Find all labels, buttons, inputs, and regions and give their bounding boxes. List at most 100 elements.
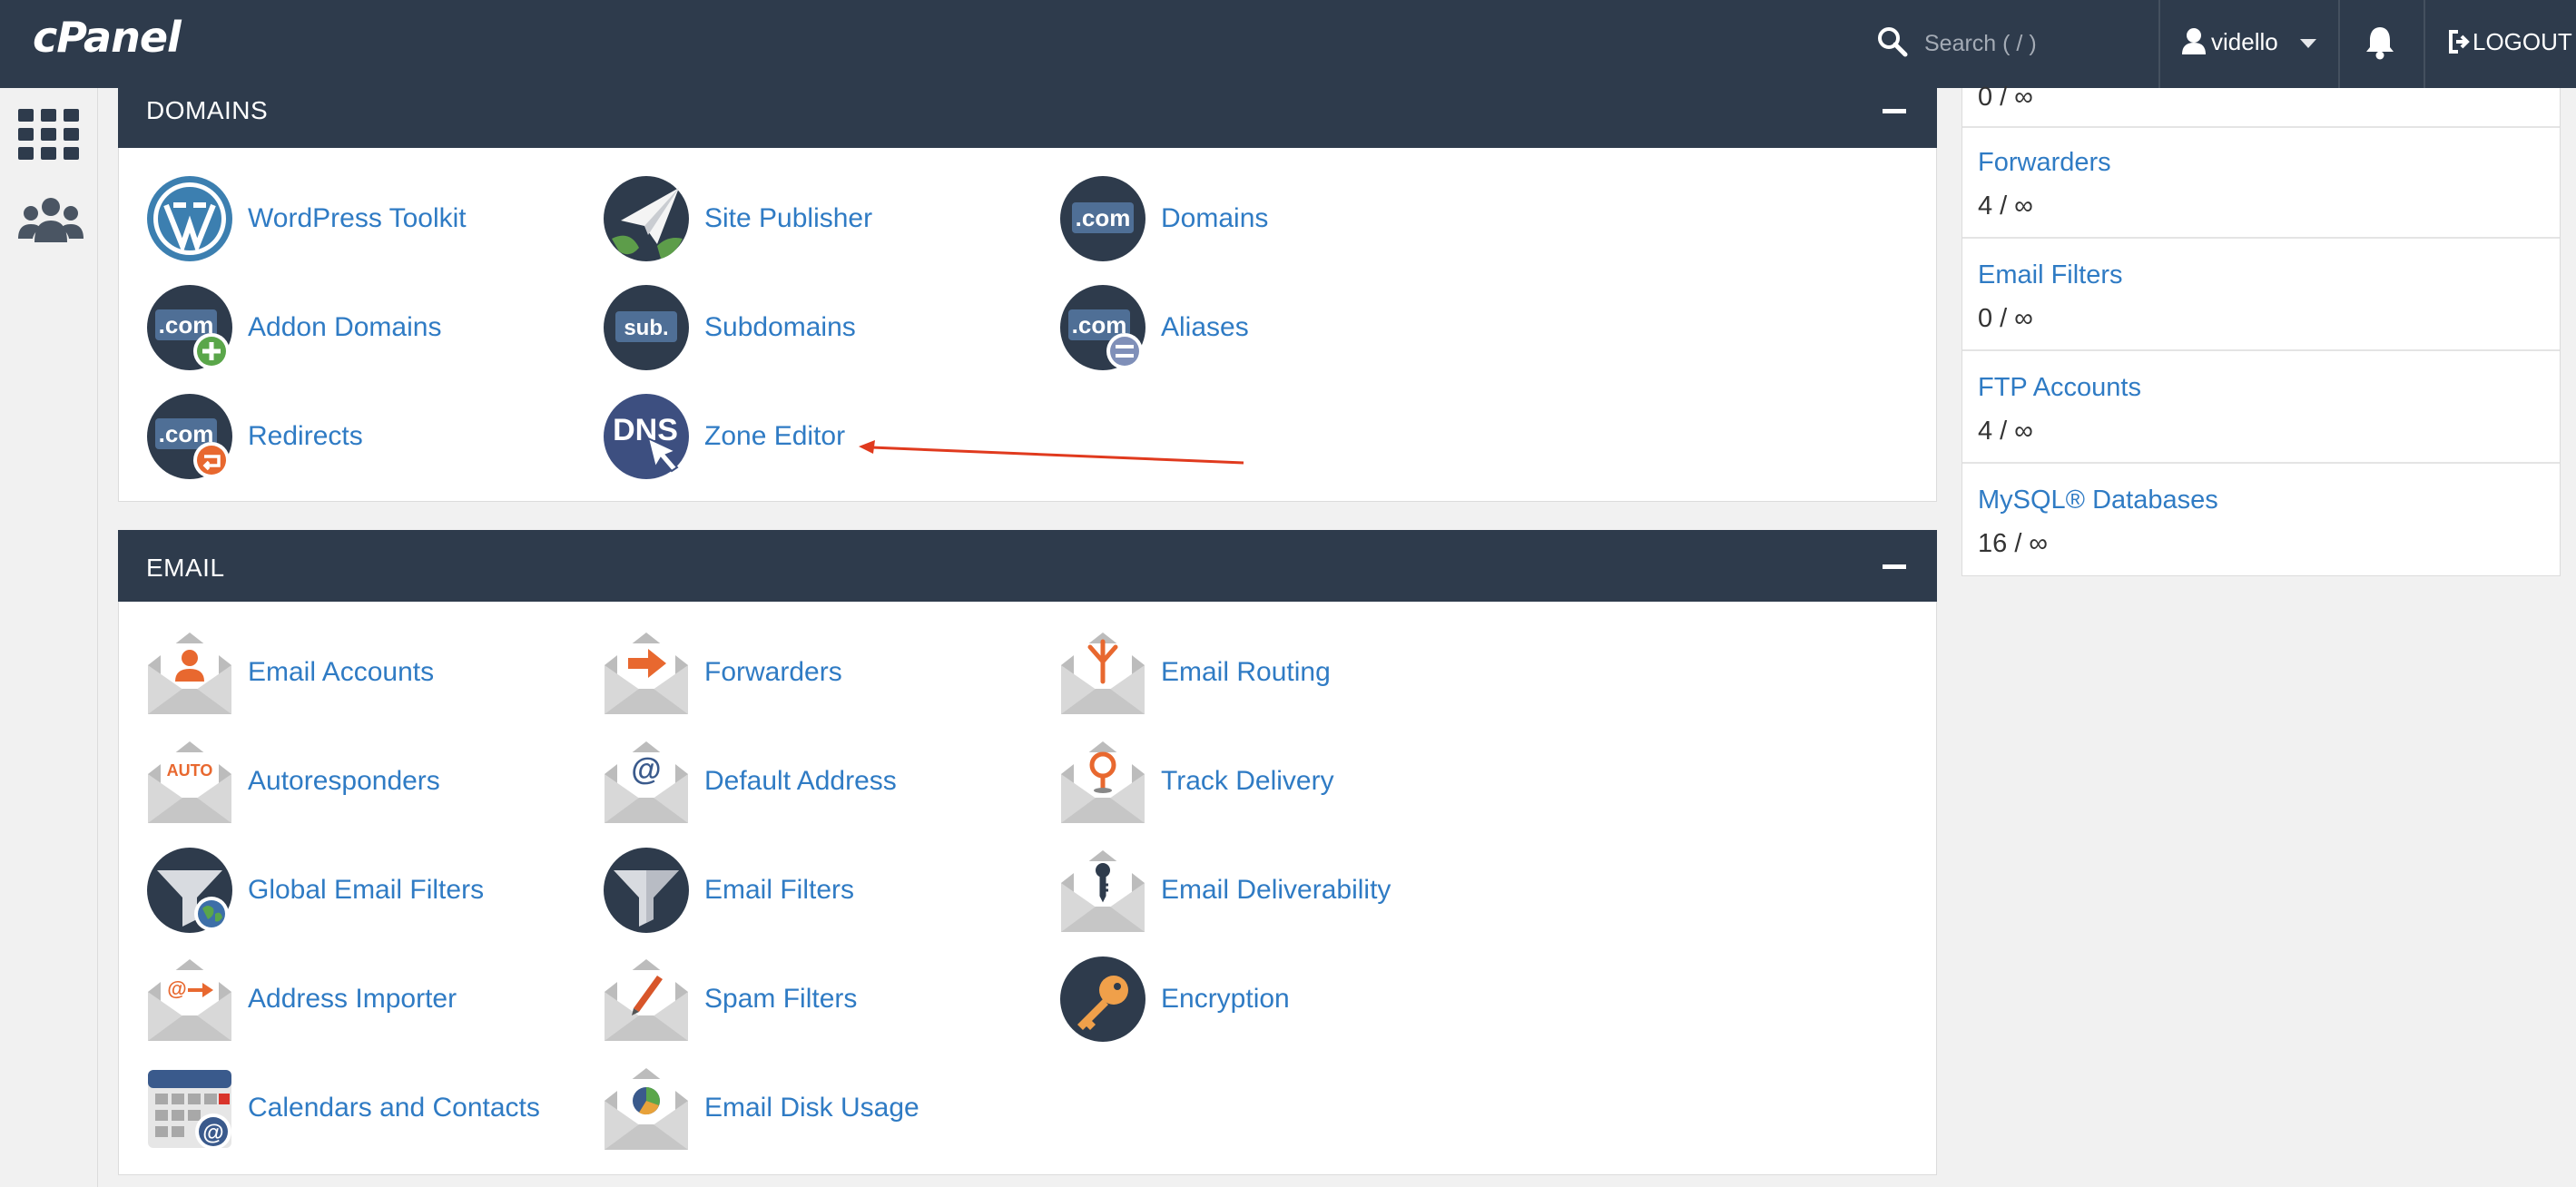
default-address-icon: @ (605, 741, 688, 823)
domains-link[interactable]: .com Domains (1059, 175, 1495, 262)
divider (2424, 0, 2425, 88)
subdomain-icon: sub. (604, 285, 689, 370)
forwarders-link[interactable]: Forwarders (603, 629, 1038, 716)
domain-alias-icon: .com (1060, 285, 1145, 370)
filter-funnel-icon (604, 848, 689, 933)
track-delivery-label: Track Delivery (1161, 766, 1334, 796)
wordpress-icon (147, 176, 232, 261)
collapse-icon[interactable] (1883, 564, 1906, 569)
autoresponder-icon: AUTO (148, 741, 231, 823)
email-accounts-link[interactable]: Email Accounts (146, 629, 582, 716)
email-forward-icon (605, 633, 688, 714)
redirects-label: Redirects (248, 421, 363, 451)
paper-plane-globe-icon (604, 176, 689, 261)
redirects-link[interactable]: .com Redirects (146, 393, 582, 480)
calendars-and-contacts-label: Calendars and Contacts (248, 1093, 540, 1123)
users-icon[interactable] (18, 197, 84, 244)
stat-value: 0 / ∞ (1978, 304, 2033, 333)
search-input[interactable] (1924, 22, 2147, 65)
global-filter-icon (147, 848, 232, 933)
stat-value: 4 / ∞ (1978, 417, 2033, 446)
site-publisher-link[interactable]: Site Publisher (603, 175, 1038, 262)
svg-text:@: @ (631, 752, 661, 787)
domain-add-icon: .com (147, 285, 232, 370)
left-sidebar (0, 88, 98, 1187)
aliases-link[interactable]: .com Aliases (1059, 284, 1495, 371)
wordpress-toolkit-label: WordPress Toolkit (248, 203, 467, 233)
email-routing-icon (1061, 633, 1145, 714)
domains-title: DOMAINS (146, 96, 269, 124)
calendar-icon: @ (148, 1070, 231, 1150)
email-panel-header[interactable]: EMAIL (118, 530, 1937, 602)
address-importer-icon: @ (148, 959, 231, 1041)
logout-button[interactable]: LOGOUT (2427, 0, 2576, 88)
email-filters-link[interactable]: Email Filters (603, 847, 1038, 934)
email-routing-link[interactable]: Email Routing (1059, 629, 1495, 716)
spam-filter-icon (605, 959, 688, 1041)
email-filters-label: Email Filters (704, 875, 855, 905)
domains-panel-header[interactable]: DOMAINS (118, 76, 1937, 148)
stat-row: Forwarders 4 / ∞ (1962, 128, 2560, 239)
encryption-label: Encryption (1161, 984, 1290, 1014)
addon-domains-link[interactable]: .com Addon Domains (146, 284, 582, 371)
collapse-icon[interactable] (1883, 109, 1906, 113)
global-email-filters-link[interactable]: Global Email Filters (146, 847, 582, 934)
stat-row: Email Filters 0 / ∞ (1962, 240, 2560, 351)
global-email-filters-label: Global Email Filters (248, 875, 485, 905)
disk-usage-pie-icon (605, 1068, 688, 1150)
email-accounts-label: Email Accounts (248, 657, 435, 687)
bell-icon[interactable] (2364, 25, 2396, 61)
stat-mysql-databases-link[interactable]: MySQL® Databases (1978, 486, 2218, 515)
user-menu[interactable]: vidello (2162, 0, 2316, 88)
autoresponders-label: Autoresponders (248, 766, 440, 796)
stats-panel: 0 / ∞ Forwarders 4 / ∞ Email Filters 0 /… (1961, 83, 2561, 576)
email-deliverability-link[interactable]: Email Deliverability (1059, 847, 1495, 934)
divider (2158, 0, 2160, 88)
subdomains-label: Subdomains (704, 312, 856, 342)
calendars-and-contacts-link[interactable]: @ Calendars and Contacts (146, 1064, 582, 1152)
forwarders-label: Forwarders (704, 657, 842, 687)
stat-ftp-accounts-link[interactable]: FTP Accounts (1978, 373, 2141, 403)
svg-text:AUTO: AUTO (167, 761, 213, 780)
svg-text:@: @ (167, 977, 186, 1000)
subdomains-link[interactable]: sub. Subdomains (603, 284, 1038, 371)
email-disk-usage-link[interactable]: Email Disk Usage (603, 1064, 1038, 1152)
svg-text:DNS: DNS (613, 413, 678, 447)
stat-value: 16 / ∞ (1978, 529, 2049, 558)
address-importer-label: Address Importer (248, 984, 457, 1014)
wordpress-toolkit-link[interactable]: WordPress Toolkit (146, 175, 582, 262)
stat-email-filters-link[interactable]: Email Filters (1978, 260, 2123, 290)
default-address-label: Default Address (704, 766, 897, 796)
stat-forwarders-link[interactable]: Forwarders (1978, 148, 2111, 178)
cpanel-logo[interactable]: cPanel (33, 13, 182, 62)
dns-zone-icon: DNS (604, 394, 689, 479)
logout-icon (2449, 30, 2470, 54)
svg-text:@: @ (202, 1121, 223, 1145)
domain-redirect-icon: .com (147, 394, 232, 479)
spam-filters-link[interactable]: Spam Filters (603, 956, 1038, 1043)
logout-label: LOGOUT (2473, 28, 2572, 55)
address-importer-link[interactable]: @ Address Importer (146, 956, 582, 1043)
stat-value: 0 / ∞ (1978, 83, 2033, 112)
domains-label: Domains (1161, 203, 1269, 233)
encryption-link[interactable]: Encryption (1059, 956, 1495, 1043)
zone-editor-label: Zone Editor (704, 421, 846, 451)
site-publisher-label: Site Publisher (704, 203, 873, 233)
track-delivery-link[interactable]: Track Delivery (1059, 738, 1495, 825)
stat-value: 4 / ∞ (1978, 191, 2033, 221)
email-deliverability-icon (1061, 850, 1145, 932)
chevron-down-icon (2300, 39, 2316, 48)
divider (2338, 0, 2340, 88)
email-panel: Email Accounts Forwarders Email Routing … (118, 602, 1937, 1175)
stat-row: FTP Accounts 4 / ∞ (1962, 353, 2560, 464)
email-account-icon (148, 633, 231, 714)
email-disk-usage-label: Email Disk Usage (704, 1093, 919, 1123)
domain-com-icon: .com (1060, 176, 1145, 261)
autoresponders-link[interactable]: AUTO Autoresponders (146, 738, 582, 825)
grid-apps-icon[interactable] (18, 109, 80, 160)
search-icon (1878, 27, 1908, 57)
default-address-link[interactable]: @ Default Address (603, 738, 1038, 825)
spam-filters-label: Spam Filters (704, 984, 858, 1014)
svg-text:.com: .com (1076, 204, 1131, 231)
search-box[interactable] (1852, 0, 2160, 88)
